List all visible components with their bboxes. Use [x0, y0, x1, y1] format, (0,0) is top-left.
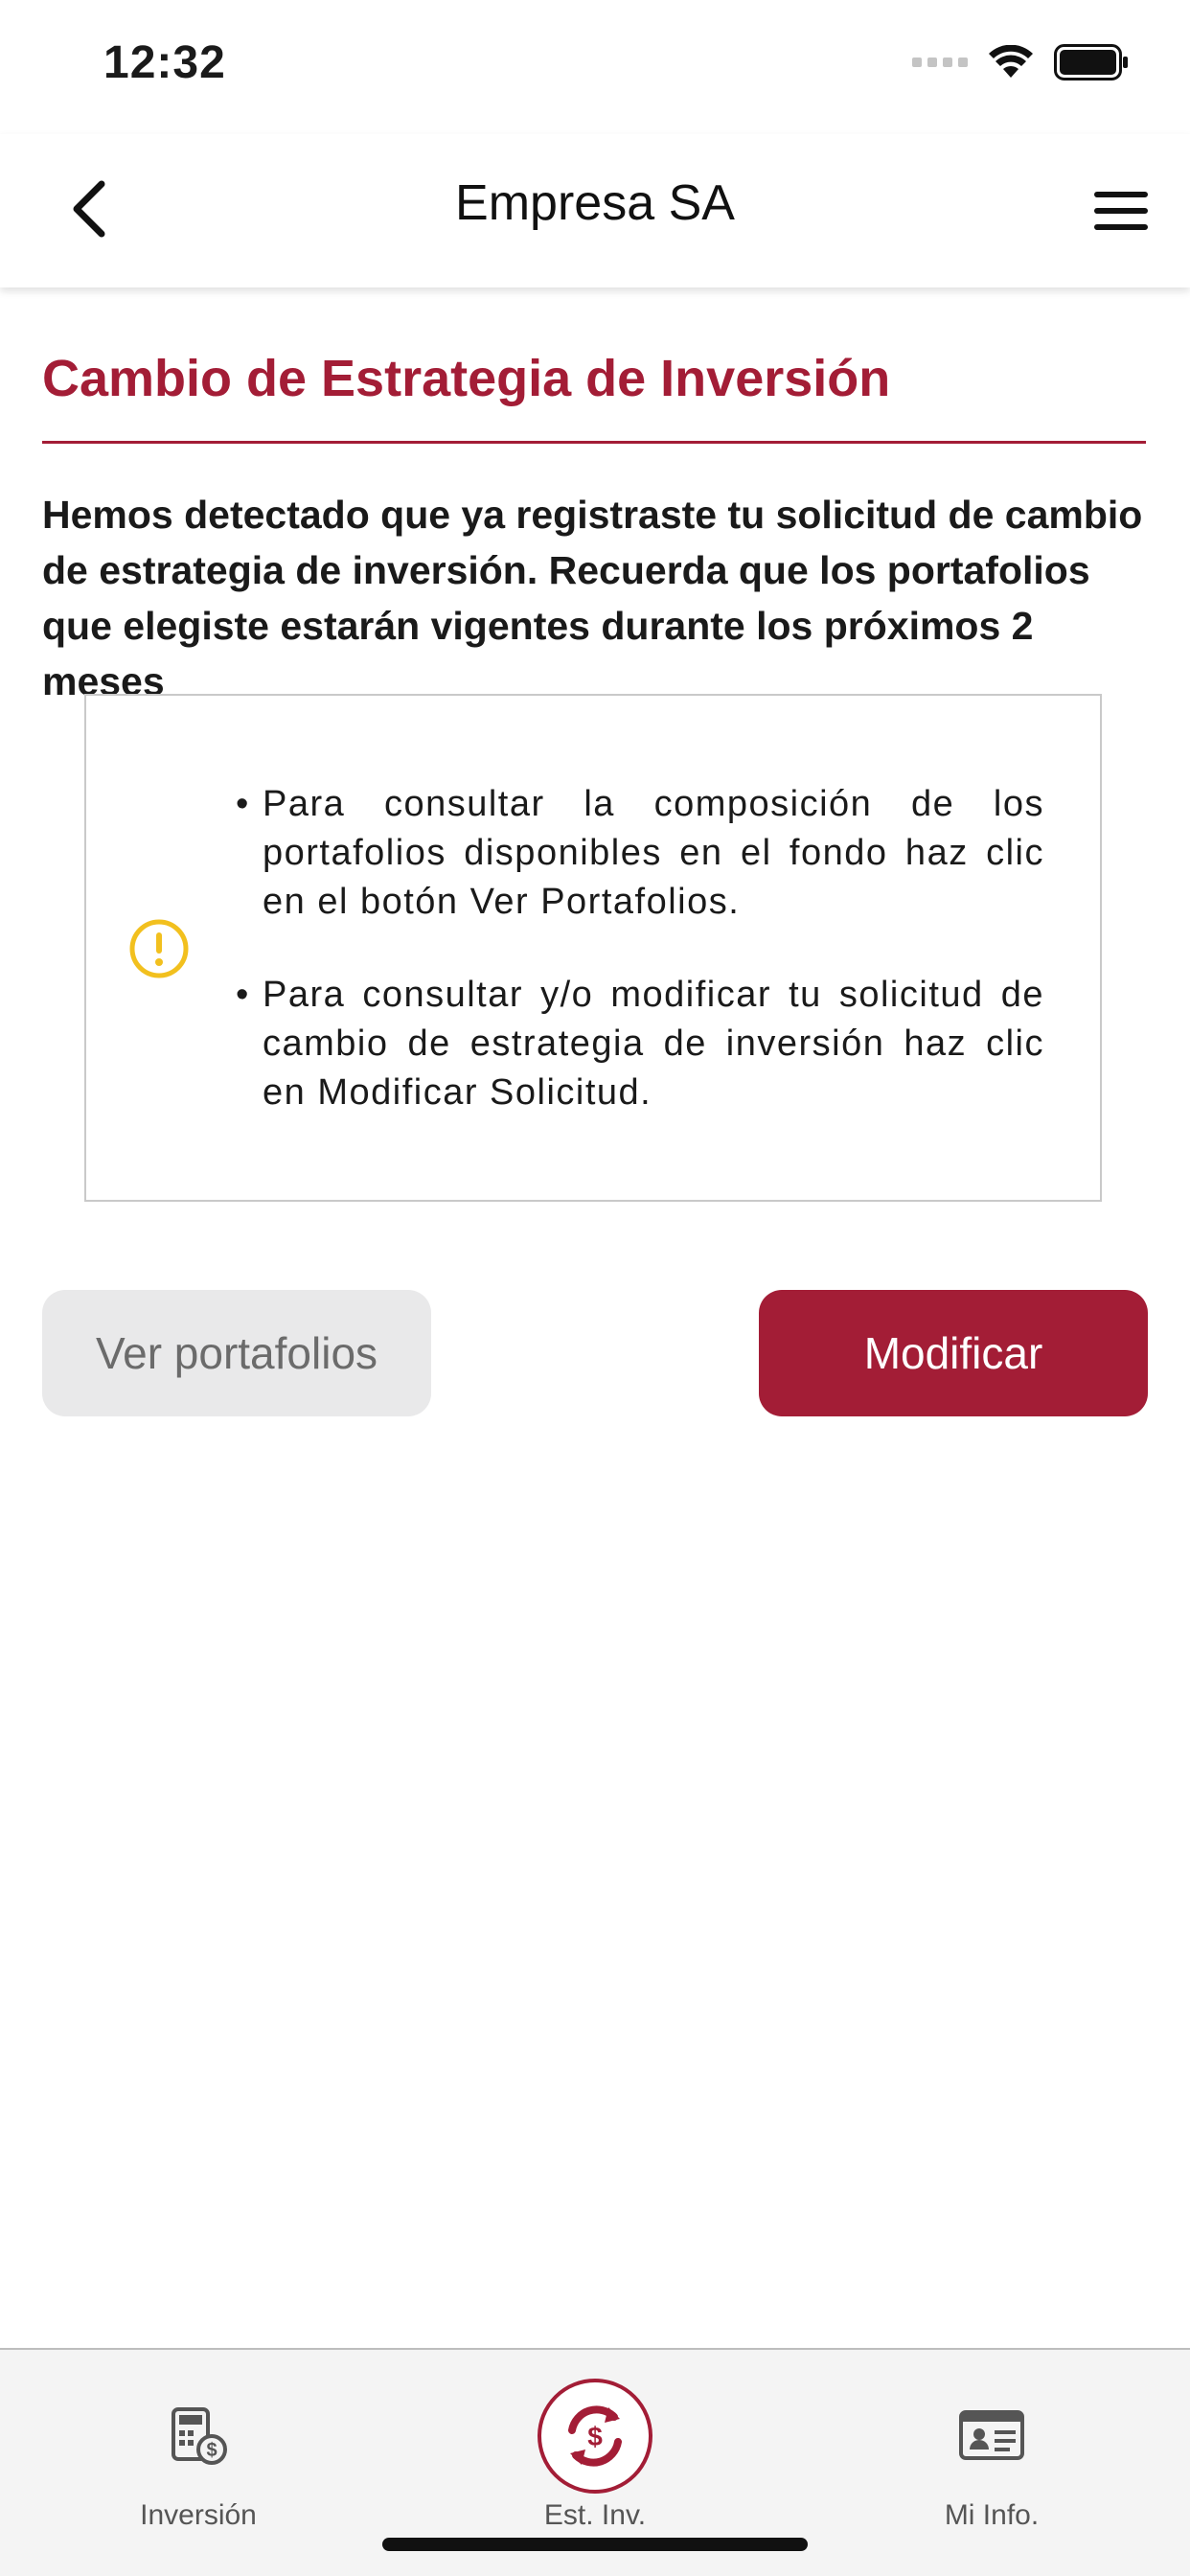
tab-investment[interactable]: $ Inversión — [0, 2350, 397, 2542]
warning-icon — [129, 919, 189, 978]
id-card-icon — [959, 2410, 1024, 2460]
home-indicator — [382, 2538, 808, 2551]
tab-label: Inversión — [140, 2499, 257, 2531]
cellular-signal-icon — [912, 58, 968, 67]
status-icons — [912, 44, 1129, 80]
info-box: Para consultar la composición de los por… — [84, 694, 1102, 1202]
hamburger-menu-icon — [1094, 192, 1148, 197]
status-time: 12:32 — [103, 37, 226, 88]
svg-text:$: $ — [587, 2422, 603, 2451]
intro-message: Hemos detectado que ya registraste tu so… — [42, 493, 1143, 703]
modify-button[interactable]: Modificar — [759, 1290, 1148, 1416]
strategy-exchange-icon: $ — [538, 2379, 652, 2494]
tab-my-info[interactable]: Mi Info. — [793, 2350, 1190, 2542]
app-header: Empresa SA — [0, 134, 1190, 288]
info-bullets: Para consultar la composición de los por… — [236, 780, 1044, 1162]
view-portfolios-button[interactable]: Ver portafolios — [42, 1290, 431, 1416]
title-divider — [42, 441, 1146, 444]
svg-text:$: $ — [206, 2440, 217, 2461]
menu-button[interactable] — [1087, 176, 1156, 245]
status-bar: 12:32 — [0, 0, 1190, 134]
info-bullet: Para consultar la composición de los por… — [236, 780, 1044, 927]
info-bullet: Para consultar y/o modificar tu solicitu… — [236, 971, 1044, 1117]
tab-label: Est. Inv. — [543, 2499, 647, 2531]
investment-calculator-icon: $ — [172, 2407, 227, 2465]
page-title: Cambio de Estrategia de Inversión — [42, 350, 891, 407]
battery-icon — [1054, 44, 1128, 80]
tab-label: Mi Info. — [944, 2499, 1040, 2531]
tab-strategy[interactable]: $ Est. Inv. — [397, 2350, 793, 2542]
wifi-icon — [989, 45, 1033, 78]
header-title: Empresa SA — [455, 175, 735, 231]
